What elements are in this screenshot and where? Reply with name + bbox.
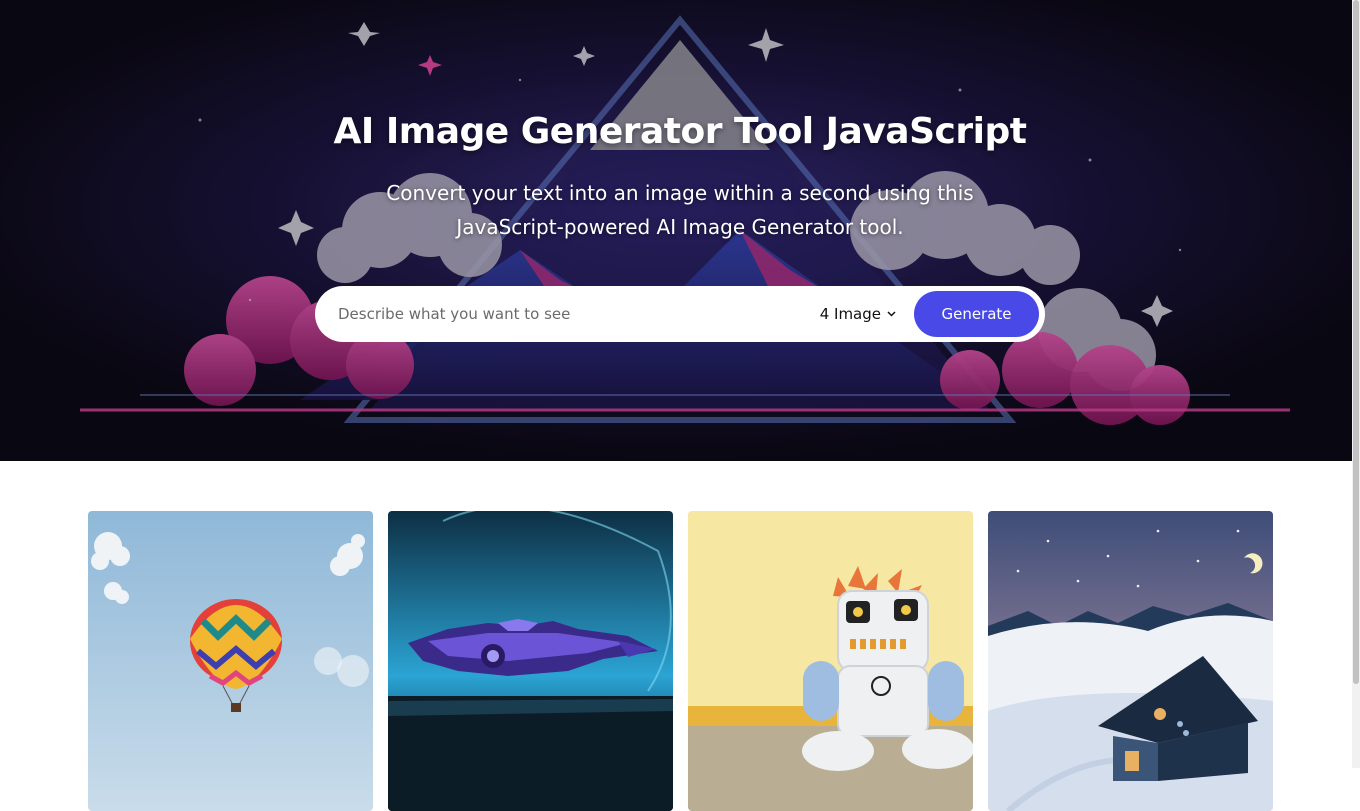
hot-air-balloon-image	[88, 511, 373, 811]
chevron-down-icon	[887, 311, 896, 317]
generate-button[interactable]: Generate	[914, 291, 1039, 337]
hero-subtitle: Convert your text into an image within a…	[386, 181, 974, 239]
gallery-card-cabin[interactable]	[988, 511, 1273, 811]
image-quantity-select[interactable]: 4 Image	[820, 305, 896, 323]
scrollbar-thumb[interactable]	[1353, 0, 1359, 684]
generate-form: 4 Image Generate	[315, 286, 1045, 342]
gallery-card-balloon[interactable]	[88, 511, 373, 811]
hero-section: AI Image Generator Tool JavaScript Conve…	[0, 0, 1360, 461]
plush-robot-image	[688, 511, 973, 811]
hero-content: AI Image Generator Tool JavaScript Conve…	[0, 0, 1360, 461]
gallery-card-robot[interactable]	[688, 511, 973, 811]
image-quantity-value: 4 Image	[819, 305, 881, 323]
page-title: AI Image Generator Tool JavaScript	[333, 111, 1027, 152]
image-gallery	[88, 511, 1273, 811]
spaceship-image	[388, 511, 673, 811]
page-scrollbar[interactable]	[1352, 0, 1360, 768]
prompt-input[interactable]	[315, 286, 820, 342]
snowy-cabin-image	[988, 511, 1273, 811]
gallery-card-spaceship[interactable]	[388, 511, 673, 811]
